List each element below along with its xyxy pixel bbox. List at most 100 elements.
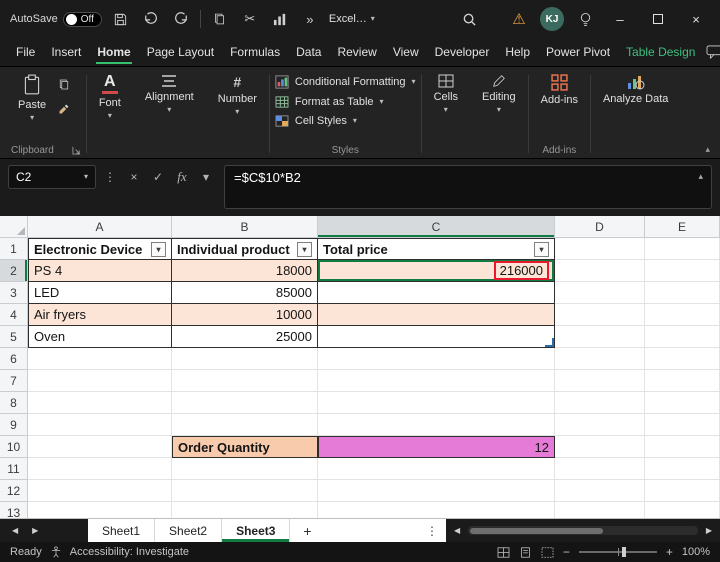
cell-E2[interactable]	[645, 260, 720, 282]
kebab-icon[interactable]: ⋮	[426, 524, 438, 538]
cell-A10[interactable]	[28, 436, 172, 458]
analyze-data-button[interactable]: Analyze Data	[596, 70, 675, 110]
zoom-slider[interactable]	[579, 551, 657, 553]
menu-item-insert[interactable]: Insert	[43, 40, 89, 64]
menu-item-formulas[interactable]: Formulas	[222, 40, 288, 64]
autosave-toggle[interactable]: AutoSave Off	[10, 12, 102, 27]
cell-A11[interactable]	[28, 458, 172, 480]
cell-C3[interactable]	[318, 282, 555, 304]
cell-C7[interactable]	[318, 370, 555, 392]
number-button[interactable]: # Number ▾	[211, 70, 264, 120]
conditional-formatting-button[interactable]: Conditional Formatting ▾	[275, 75, 416, 89]
add-sheet-button[interactable]: +	[290, 519, 324, 542]
row-header-9[interactable]: 9	[0, 414, 28, 436]
chart-icon[interactable]	[269, 7, 291, 31]
cell-A5[interactable]: Oven	[28, 326, 172, 348]
cell-E12[interactable]	[645, 480, 720, 502]
col-header-E[interactable]: E	[645, 216, 720, 238]
filter-button[interactable]: ▾	[151, 242, 166, 257]
cell-C2[interactable]: 216000	[318, 260, 555, 282]
cell-B8[interactable]	[172, 392, 318, 414]
copy-icon[interactable]	[209, 7, 231, 31]
cell-D2[interactable]	[555, 260, 645, 282]
menu-item-data[interactable]: Data	[288, 40, 329, 64]
cell-E10[interactable]	[645, 436, 720, 458]
col-header-D[interactable]: D	[555, 216, 645, 238]
cell-A8[interactable]	[28, 392, 172, 414]
maximize-button[interactable]	[644, 6, 672, 32]
col-header-A[interactable]: A	[28, 216, 172, 238]
avatar[interactable]: KJ	[540, 7, 564, 31]
row-header-3[interactable]: 3	[0, 282, 28, 304]
row-header-13[interactable]: 13	[0, 502, 28, 518]
insert-function-icon[interactable]: fx	[172, 165, 192, 189]
cell-C13[interactable]	[318, 502, 555, 518]
menu-item-view[interactable]: View	[385, 40, 427, 64]
cell-C11[interactable]	[318, 458, 555, 480]
cell-E5[interactable]	[645, 326, 720, 348]
accessibility-status[interactable]: Accessibility: Investigate	[70, 546, 189, 558]
cell-C12[interactable]	[318, 480, 555, 502]
cancel-icon[interactable]: ×	[124, 165, 144, 189]
cell-C8[interactable]	[318, 392, 555, 414]
formula-input[interactable]: =$C$10*B2 ▴	[224, 165, 712, 209]
overflow-icon[interactable]: »	[299, 7, 321, 31]
cell-A1[interactable]: Electronic Device▾	[28, 238, 172, 260]
cell-B4[interactable]: 10000	[172, 304, 318, 326]
page-break-view-icon[interactable]	[541, 547, 554, 558]
paste-button[interactable]: Paste ▾	[11, 70, 53, 126]
cell-E4[interactable]	[645, 304, 720, 326]
cell-D8[interactable]	[555, 392, 645, 414]
cell-D13[interactable]	[555, 502, 645, 518]
cell-B13[interactable]	[172, 502, 318, 518]
cell-E3[interactable]	[645, 282, 720, 304]
row-header-2[interactable]: 2	[0, 260, 28, 282]
copy-icon[interactable]	[58, 78, 70, 91]
cut-icon[interactable]: ✂	[239, 7, 261, 31]
formula-bar-collapse-icon[interactable]: ▴	[698, 171, 703, 182]
cell-D5[interactable]	[555, 326, 645, 348]
row-header-6[interactable]: 6	[0, 348, 28, 370]
cell-B6[interactable]	[172, 348, 318, 370]
zoom-in-button[interactable]: +	[666, 545, 673, 559]
addins-button[interactable]: Add-ins	[534, 70, 585, 110]
lightbulb-icon[interactable]	[574, 7, 596, 31]
menu-item-review[interactable]: Review	[329, 40, 384, 64]
cell-D1[interactable]	[555, 238, 645, 260]
menu-item-power-pivot[interactable]: Power Pivot	[538, 40, 618, 64]
cell-E6[interactable]	[645, 348, 720, 370]
cell-C4[interactable]	[318, 304, 555, 326]
close-button[interactable]: ×	[682, 6, 710, 32]
alignment-button[interactable]: Alignment ▾	[138, 70, 201, 118]
cell-B11[interactable]	[172, 458, 318, 480]
cell-B2[interactable]: 18000	[172, 260, 318, 282]
row-header-10[interactable]: 10	[0, 436, 28, 458]
row-header-1[interactable]: 1	[0, 238, 28, 260]
zoom-level[interactable]: 100%	[682, 546, 710, 558]
editing-button[interactable]: Editing ▾	[475, 70, 523, 118]
cell-D6[interactable]	[555, 348, 645, 370]
cell-C9[interactable]	[318, 414, 555, 436]
normal-view-icon[interactable]	[497, 547, 510, 558]
sheet-tab-sheet3[interactable]: Sheet3	[222, 519, 290, 542]
filter-button[interactable]: ▾	[534, 242, 549, 257]
cell-B1[interactable]: Individual product▾	[172, 238, 318, 260]
redo-icon[interactable]	[170, 7, 192, 31]
cell-D10[interactable]	[555, 436, 645, 458]
undo-icon[interactable]	[140, 7, 162, 31]
cell-C6[interactable]	[318, 348, 555, 370]
menu-item-developer[interactable]: Developer	[427, 40, 498, 64]
cell-D9[interactable]	[555, 414, 645, 436]
menu-item-page-layout[interactable]: Page Layout	[139, 40, 222, 64]
tab-scroll-left-icon[interactable]: ◀	[12, 526, 18, 535]
col-header-C[interactable]: C	[318, 216, 555, 238]
cells-button[interactable]: Cells ▾	[427, 70, 465, 118]
menu-item-home[interactable]: Home	[89, 40, 138, 64]
dialog-launcher-icon[interactable]	[72, 146, 81, 155]
menu-item-help[interactable]: Help	[497, 40, 538, 64]
cell-A6[interactable]	[28, 348, 172, 370]
font-button[interactable]: A Font ▾	[92, 70, 128, 124]
name-box[interactable]: C2 ▾	[8, 165, 96, 189]
cell-B12[interactable]	[172, 480, 318, 502]
col-header-B[interactable]: B	[172, 216, 318, 238]
